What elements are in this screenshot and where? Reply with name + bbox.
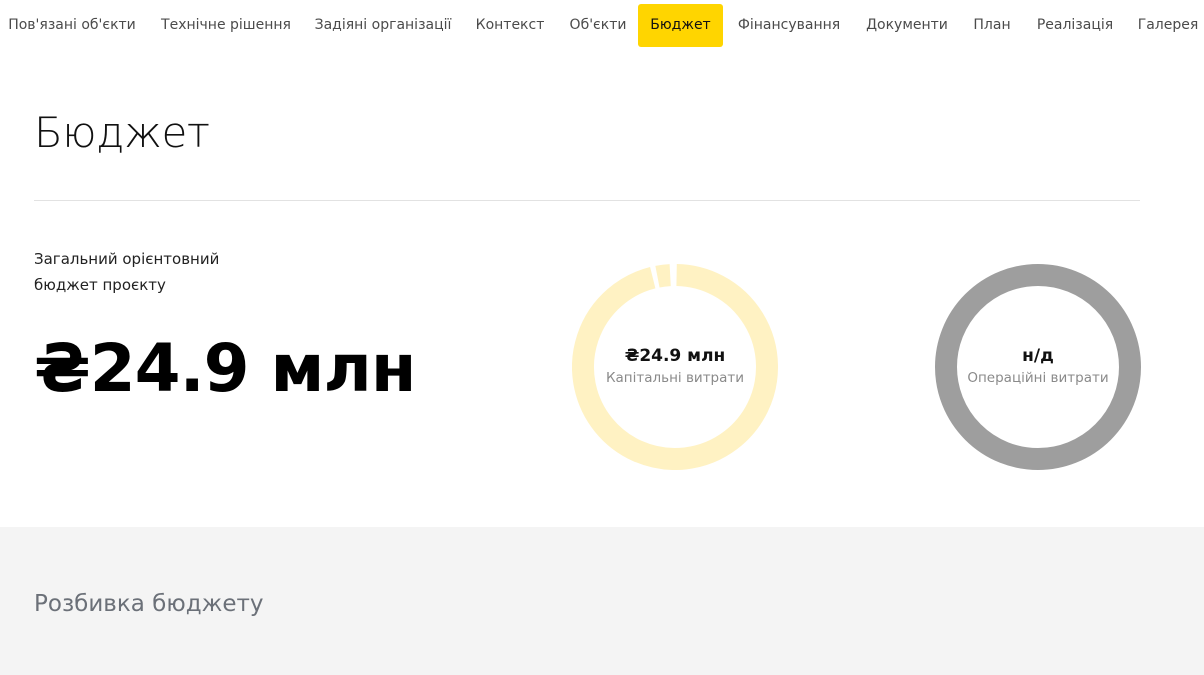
- opex-label: Операційні витрати: [967, 370, 1109, 386]
- divider: [34, 200, 1140, 201]
- opex-donut-center: н/д Операційні витрати: [935, 264, 1141, 470]
- nav-item-context[interactable]: Контекст: [468, 4, 552, 47]
- nav-item-financing[interactable]: Фінансування: [730, 4, 848, 47]
- opex-value: н/д: [1022, 346, 1054, 366]
- nav-item-budget[interactable]: Бюджет: [638, 4, 723, 47]
- total-budget-label-line1: Загальний орієнтовний: [34, 250, 220, 268]
- nav-item-organizations[interactable]: Задіяні організації: [308, 4, 458, 47]
- opex-donut: н/д Операційні витрати: [935, 264, 1141, 470]
- nav-item-objects[interactable]: Об'єкти: [563, 4, 633, 47]
- nav-item-documents[interactable]: Документи: [858, 4, 956, 47]
- nav-item-implementation[interactable]: Реалізація: [1028, 4, 1122, 47]
- section-nav: Пов'язані об'єкти Технічне рішення Задія…: [0, 4, 1204, 48]
- page: Пов'язані об'єкти Технічне рішення Задія…: [0, 0, 1204, 675]
- budget-breakdown-section: Розбивка бюджету: [0, 527, 1204, 675]
- capex-donut: ₴24.9 млн Капітальні витрати: [572, 264, 778, 470]
- capex-value: ₴24.9 млн: [624, 346, 726, 366]
- total-budget-value: ₴24.9 млн: [34, 330, 416, 407]
- nav-item-technical-solution[interactable]: Технічне рішення: [150, 4, 302, 47]
- nav-item-related-objects[interactable]: Пов'язані об'єкти: [0, 4, 144, 47]
- total-budget-label-line2: бюджет проєкту: [34, 276, 166, 294]
- budget-breakdown-title: Розбивка бюджету: [34, 591, 264, 617]
- page-title: Бюджет: [34, 108, 210, 157]
- nav-item-plan[interactable]: План: [966, 4, 1018, 47]
- capex-donut-center: ₴24.9 млн Капітальні витрати: [572, 264, 778, 470]
- nav-item-gallery[interactable]: Галерея: [1132, 4, 1204, 47]
- total-budget-label: Загальний орієнтовний бюджет проєкту: [34, 246, 294, 298]
- capex-label: Капітальні витрати: [605, 370, 745, 386]
